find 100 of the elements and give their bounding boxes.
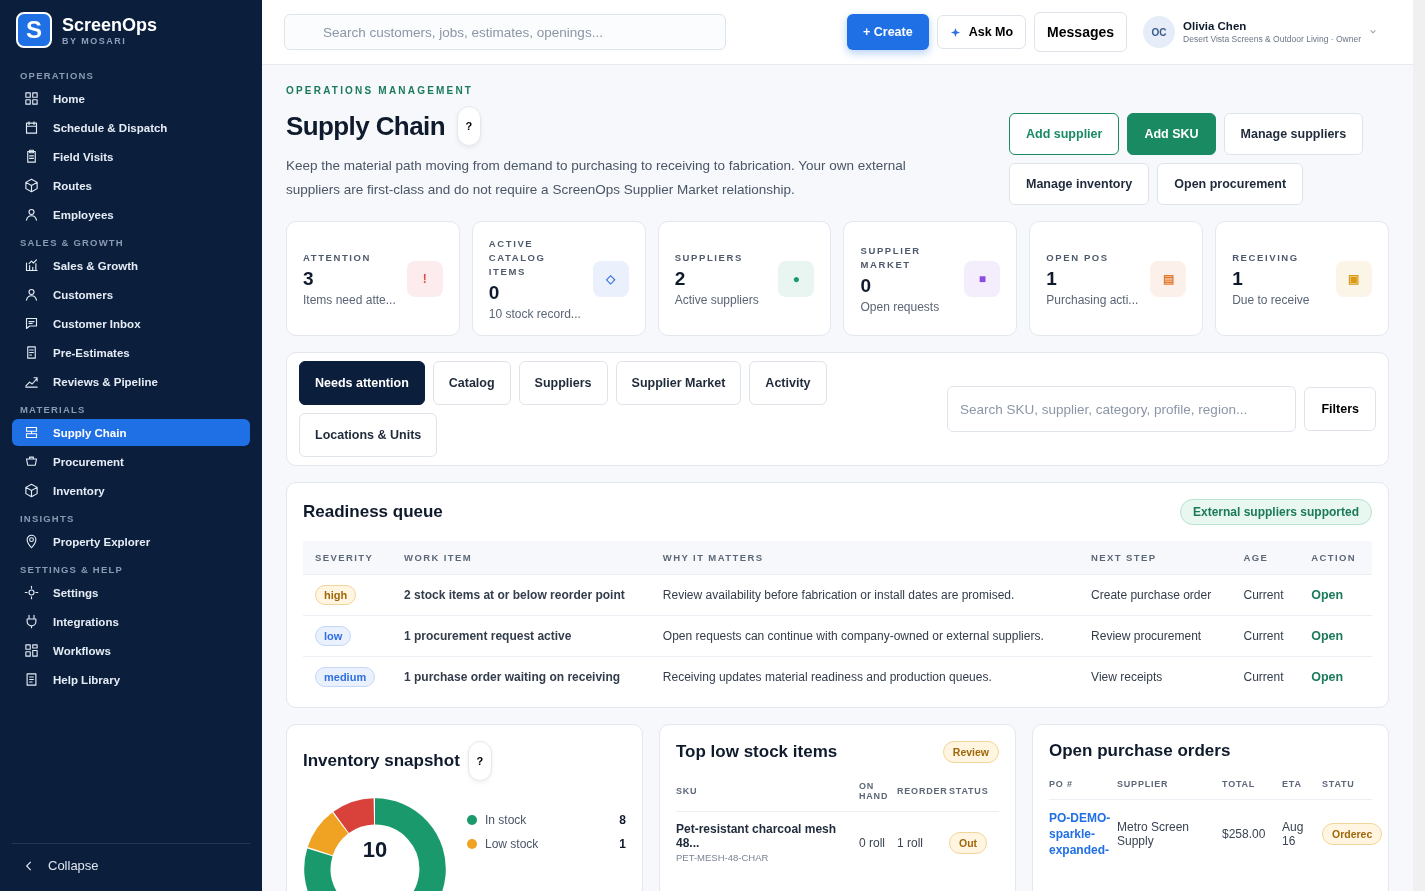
- stat-caption: Purchasing acti...: [1046, 292, 1139, 307]
- po-link[interactable]: PO-DEMO-sparkle-expanded-: [1049, 810, 1111, 858]
- sidebar-item[interactable]: Supply Chain: [12, 419, 250, 446]
- ask-button[interactable]: Ask Mo: [936, 15, 1027, 49]
- brand-tagline: BY MOSARI: [62, 35, 128, 46]
- table-cell: View receipts: [1079, 656, 1232, 697]
- nav-icon: [24, 207, 39, 222]
- column-header: ON HAND: [859, 781, 890, 801]
- table-cell: 1 procurement request active: [392, 615, 651, 657]
- card-title: Open purchase orders: [1049, 741, 1232, 761]
- sidebar-item[interactable]: Field Visits: [12, 143, 250, 170]
- sidebar-item[interactable]: Routes: [12, 172, 250, 199]
- column-header: STATUS: [949, 786, 990, 796]
- column-header: PO #: [1049, 779, 1074, 789]
- status-pill: External suppliers supported: [1179, 499, 1372, 525]
- brand-name: ScreenOps: [62, 14, 158, 36]
- table-cell: Review procurement: [1079, 615, 1232, 657]
- table-cell-text: 0 roll: [859, 835, 886, 850]
- nav-icon: [24, 585, 39, 600]
- column-header: NEXT STEP: [1079, 541, 1232, 575]
- stat-caption: 10 stock record...: [488, 306, 581, 321]
- sidebar-item[interactable]: Sales & Growth: [12, 252, 250, 279]
- stat-label: OPEN POS: [1046, 250, 1110, 265]
- sidebar-item[interactable]: Help Library: [12, 666, 250, 693]
- status-pill: Out: [949, 831, 988, 854]
- help-button[interactable]: ?: [467, 741, 492, 781]
- card-title: Readiness queue: [303, 502, 443, 522]
- filter-search-field[interactable]: Search SKU, supplier, category, profile, region...: [947, 386, 1297, 432]
- sidebar-item[interactable]: Employees: [12, 201, 250, 228]
- action-button[interactable]: Open procurement: [1157, 163, 1304, 205]
- sidebar-item[interactable]: Integrations: [12, 608, 250, 635]
- stat-value: 1: [1232, 267, 1244, 290]
- section-heading: MATERIALS: [19, 403, 87, 417]
- stat-value: 0: [488, 281, 501, 304]
- nav-icon: [24, 149, 39, 164]
- action-button[interactable]: Manage suppliers: [1223, 113, 1364, 155]
- column-header: STATU: [1322, 779, 1356, 789]
- table-cell: Current: [1231, 656, 1300, 697]
- user-name: Olivia Chen: [1183, 20, 1248, 32]
- sidebar-item[interactable]: Workflows: [12, 637, 250, 664]
- help-button[interactable]: ?: [456, 106, 481, 146]
- sidebar-item[interactable]: Property Explorer: [12, 528, 250, 555]
- severity-pill: low: [315, 626, 352, 646]
- nav-icon: [24, 345, 39, 360]
- table-cell: 1 purchase order waiting on receiving: [392, 656, 651, 697]
- stat-icon: ▣: [1336, 260, 1372, 297]
- logo-icon: S: [16, 12, 52, 48]
- user-avatar[interactable]: OC: [1143, 16, 1176, 48]
- collapse-button[interactable]: Collapse: [12, 843, 250, 891]
- card-title: Top low stock items: [676, 742, 838, 762]
- open-link[interactable]: Open: [1311, 670, 1344, 684]
- section-heading: INSIGHTS: [19, 512, 76, 526]
- page-description: Keep the material path moving from demand to purchasing to receiving to fabrication. Your own external suppliers are first-class and do not require a ScreenOps Supplier Market relationship.: [286, 157, 907, 199]
- user-organization: Desert Vista Screens & Outdoor Living · Owner: [1183, 34, 1361, 44]
- action-button[interactable]: Add supplier: [1009, 113, 1120, 155]
- column-header: SKU: [676, 786, 699, 796]
- sidebar-item[interactable]: Home: [12, 85, 250, 112]
- sidebar-item[interactable]: Customers: [12, 281, 250, 308]
- table-cell: Open requests can continue with company-owned or external suppliers.: [650, 615, 1080, 657]
- stat-label: SUPPLIER MARKET: [860, 243, 922, 272]
- stat-value: 3: [303, 267, 315, 290]
- tab[interactable]: Suppliers: [518, 361, 608, 405]
- stat-icon: !: [406, 260, 443, 297]
- nav-icon: [24, 287, 39, 302]
- column-header: REORDER: [897, 786, 945, 796]
- sidebar-item[interactable]: Customer Inbox: [12, 310, 250, 337]
- tab[interactable]: Needs attention: [299, 361, 425, 405]
- messages-button[interactable]: Messages: [1034, 12, 1128, 52]
- open-link[interactable]: Open: [1311, 629, 1344, 643]
- sidebar-item[interactable]: Reviews & Pipeline: [12, 368, 250, 395]
- action-button[interactable]: Add SKU: [1127, 113, 1216, 155]
- sidebar-item[interactable]: Procurement: [12, 448, 250, 475]
- action-button[interactable]: Manage inventory: [1009, 163, 1150, 205]
- create-button[interactable]: + Create: [846, 14, 929, 50]
- stat-label: SUPPLIERS: [674, 250, 744, 265]
- sparkle-icon: [949, 26, 961, 38]
- sidebar-item[interactable]: Inventory: [12, 477, 250, 504]
- caret-icon[interactable]: [1369, 28, 1377, 36]
- tab[interactable]: Locations & Units: [299, 413, 438, 457]
- sidebar-item[interactable]: Schedule & Dispatch: [12, 114, 250, 141]
- filters-button[interactable]: Filters: [1304, 387, 1376, 431]
- tab[interactable]: Supplier Market: [615, 361, 742, 405]
- open-link[interactable]: Open: [1311, 588, 1344, 602]
- legend-label: In stock: [485, 813, 528, 827]
- page-title: Supply Chain: [286, 110, 445, 142]
- tab[interactable]: Catalog: [432, 361, 511, 405]
- sidebar-item[interactable]: Settings: [12, 579, 250, 606]
- tab[interactable]: Activity: [749, 361, 827, 405]
- nav-icon: [24, 672, 39, 687]
- legend-value: 8: [619, 813, 626, 827]
- stat-caption: Active suppliers: [674, 292, 759, 307]
- sidebar-item[interactable]: Pre-Estimates: [12, 339, 250, 366]
- search-field[interactable]: Search customers, jobs, estimates, openings...: [284, 14, 726, 50]
- stat-caption: Open requests: [860, 299, 941, 314]
- severity-pill: medium: [315, 667, 376, 687]
- stat-value: 0: [860, 274, 873, 297]
- donut-total: 10: [361, 837, 389, 863]
- column-header: AGE: [1231, 541, 1300, 575]
- table-cell: Review availability before fabrication or install dates are promised.: [650, 574, 1080, 616]
- stat-icon: ◇: [592, 260, 629, 297]
